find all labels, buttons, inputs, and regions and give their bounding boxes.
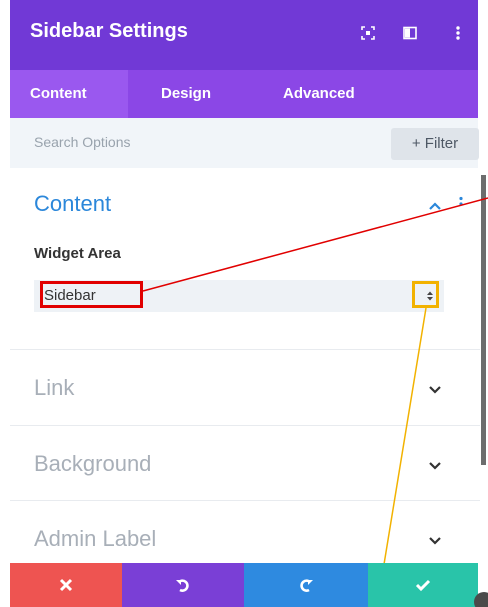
expand-icon[interactable] (359, 24, 377, 42)
tab-bar: Content Design Advanced (10, 70, 478, 118)
red-highlight-box (40, 281, 143, 308)
settings-header: Sidebar Settings (10, 0, 478, 70)
save-button[interactable] (368, 563, 478, 607)
chevron-up-icon[interactable] (428, 198, 442, 216)
tab-content[interactable]: Content (10, 70, 128, 118)
section-title-background[interactable]: Background (34, 451, 151, 477)
section-divider (10, 500, 480, 501)
discard-button[interactable] (10, 563, 122, 607)
panel-title: Sidebar Settings (30, 20, 188, 42)
widget-area-label: Widget Area (34, 245, 121, 262)
section-divider (10, 349, 480, 350)
more-vertical-icon[interactable] (449, 24, 467, 42)
section-title-admin-label[interactable]: Admin Label (34, 526, 156, 552)
undo-button[interactable] (122, 563, 244, 607)
scrollbar[interactable] (481, 175, 486, 465)
check-icon (415, 578, 431, 592)
footer-actions (10, 563, 478, 607)
corner-indicator (474, 592, 488, 607)
section-options-icon[interactable] (458, 196, 464, 217)
section-title-link[interactable]: Link (34, 375, 74, 401)
search-bar: Search Options + Filter (10, 118, 479, 168)
search-input[interactable]: Search Options (34, 134, 131, 150)
filter-button[interactable]: + Filter (391, 128, 479, 160)
close-icon (59, 578, 73, 592)
tab-advanced[interactable]: Advanced (263, 70, 375, 118)
redo-icon (298, 577, 314, 593)
chevron-down-icon[interactable] (428, 382, 442, 400)
chevron-down-icon[interactable] (428, 458, 442, 476)
chevron-down-icon[interactable] (428, 533, 442, 551)
section-divider (10, 425, 480, 426)
yellow-highlight-box (412, 281, 439, 308)
split-view-icon[interactable] (401, 24, 419, 42)
undo-icon (175, 577, 191, 593)
section-title-content[interactable]: Content (34, 191, 111, 217)
redo-button[interactable] (244, 563, 368, 607)
tab-design[interactable]: Design (141, 70, 231, 118)
